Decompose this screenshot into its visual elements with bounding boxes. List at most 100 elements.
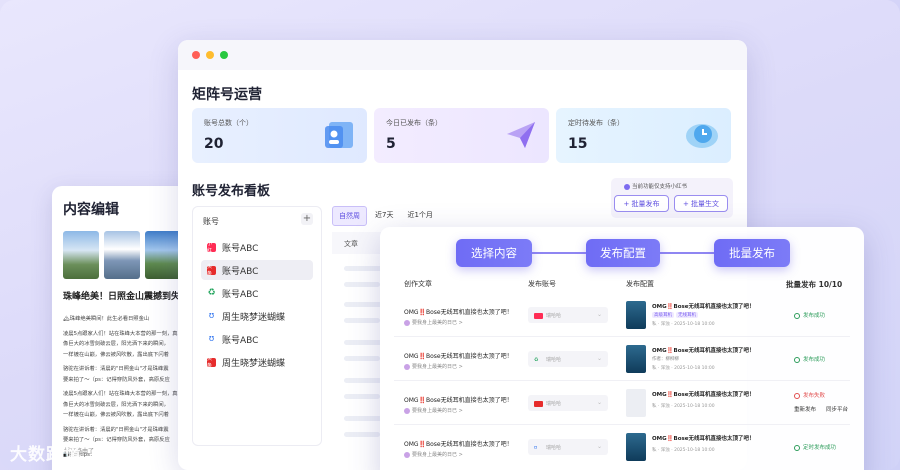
- config-title: OMG‼️Bose无线耳机直接也太顶了吧！: [652, 304, 755, 310]
- batch-generate-button[interactable]: + 批量生文: [674, 195, 728, 212]
- error-circle-icon: [794, 392, 800, 399]
- stat-card-accounts: 账号总数（个） 20: [192, 108, 367, 163]
- account-item[interactable]: 头条 周生晓梦迷蝴蝶: [201, 352, 313, 372]
- batch-publish-card: 选择内容 发布配置 批量发布 创作文章 发布账号 发布配置 批量发布 10/10…: [380, 227, 864, 470]
- avatar: [404, 319, 410, 326]
- tab-last-7-days[interactable]: 近7天: [369, 206, 399, 226]
- watermark-logo: 大数跨境: [10, 445, 82, 465]
- account-name: 账号ABC: [222, 243, 259, 254]
- column-header-status: 批量发布 10/10: [786, 280, 843, 289]
- cover-thumbnail[interactable]: [626, 433, 646, 461]
- republish-link[interactable]: 重新发布: [794, 405, 816, 413]
- flow-connector: [660, 252, 714, 254]
- close-dot-icon[interactable]: [192, 51, 200, 59]
- add-account-button[interactable]: +: [301, 213, 313, 225]
- account-name: 周生晓梦迷蝴蝶: [222, 358, 286, 369]
- sync-platform-link[interactable]: 同步平台: [826, 405, 848, 413]
- article-title: OMG‼️Bose无线耳机直接也太顶了吧！: [404, 353, 513, 360]
- board-title: 账号发布看板: [192, 184, 271, 199]
- config-tags: 高级耳机 无线耳机: [652, 312, 698, 318]
- mountain-photo[interactable]: [63, 231, 99, 279]
- platform-icon: ʊ: [208, 311, 215, 321]
- article-subtitle: 要我身上最美的日已 >: [404, 451, 463, 458]
- config-title: OMG‼️Bose无线耳机直接也太顶了吧！: [652, 436, 755, 442]
- mountain-photo[interactable]: [104, 231, 140, 279]
- avatar: [404, 451, 410, 458]
- step-publish-config[interactable]: 发布配置: [586, 239, 660, 267]
- toutiao-icon: [534, 400, 543, 407]
- article-subtitle: 要我身上最美的日已 >: [404, 363, 463, 370]
- account-item[interactable]: 小红 账号ABC: [201, 237, 313, 257]
- skeleton-line: [344, 282, 380, 287]
- cover-thumbnail[interactable]: [626, 301, 646, 329]
- stat-card-scheduled: 定时待发布（条） 15: [556, 108, 731, 163]
- chevron-down-icon: ⌄: [596, 355, 602, 362]
- account-select[interactable]: ʊ 瑞哈哈 ⌄: [528, 439, 608, 455]
- account-item[interactable]: 头条 账号ABC: [201, 260, 313, 280]
- wechat-channel-icon: ♻: [207, 288, 216, 298]
- platform-icon: ʊ: [208, 334, 215, 344]
- skeleton-line: [344, 432, 380, 437]
- chevron-down-icon: ⌄: [596, 399, 602, 406]
- config-title: OMG‼️Bose无线耳机直接也太顶了吧！: [652, 392, 755, 398]
- column-header-config: 发布配置: [626, 280, 654, 288]
- maximize-dot-icon[interactable]: [220, 51, 228, 59]
- config-meta: 私 · 浑浊 · 2025-10-18 10:00: [652, 404, 715, 409]
- check-circle-icon: [794, 444, 800, 451]
- column-header-article: 创作文章: [404, 280, 432, 288]
- skeleton-line: [344, 356, 380, 361]
- account-list-header: 账号: [203, 217, 219, 226]
- account-name: 账号ABC: [222, 289, 259, 300]
- account-select[interactable]: 瑞哈哈 ⌄: [528, 307, 608, 323]
- chevron-down-icon: ⌄: [596, 443, 602, 450]
- publish-row[interactable]: OMG‼️Bose无线耳机直接也太顶了吧！ 要我身上最美的日已 > 瑞哈哈 ⌄ O…: [394, 295, 850, 337]
- config-title: OMG‼️Bose无线耳机直接也太顶了吧！: [652, 348, 755, 354]
- article-subtitle: 要我身上最美的日已 >: [404, 319, 463, 326]
- paper-plane-icon: [507, 122, 535, 148]
- id-card-icon: [325, 122, 353, 148]
- step-select-content[interactable]: 选择内容: [456, 239, 532, 267]
- info-icon: [624, 183, 630, 190]
- tab-last-month[interactable]: 近1个月: [401, 206, 438, 226]
- account-name: 账号ABC: [222, 266, 259, 277]
- article-title: OMG‼️Bose无线耳机直接也太顶了吧！: [404, 397, 513, 404]
- check-circle-icon: [794, 312, 800, 319]
- config-author: 作者：柳柳柳: [652, 357, 679, 362]
- page-title: 矩阵号运营: [192, 87, 262, 103]
- config-meta: 私 · 浑浊 · 2025-10-18 10:00: [652, 322, 715, 327]
- config-meta: 私 · 浑浊 · 2025-10-18 10:00: [652, 366, 715, 371]
- step-batch-publish[interactable]: 批量发布: [714, 239, 790, 267]
- article-subtitle: 要我身上最美的日已 >: [404, 407, 463, 414]
- xiaohongshu-icon: 小红: [207, 241, 216, 254]
- account-name: 周生晓梦迷蝴蝶: [222, 312, 286, 323]
- account-item[interactable]: ʊ 周生晓梦迷蝴蝶: [201, 306, 313, 326]
- skeleton-line: [344, 318, 380, 323]
- status-badge: 发布成功: [794, 355, 825, 363]
- window-titlebar: [178, 40, 747, 70]
- publish-row[interactable]: OMG‼️Bose无线耳机直接也太顶了吧！ 要我身上最美的日已 > ʊ 瑞哈哈 ⌄ …: [394, 427, 850, 469]
- platform-icon: ʊ: [534, 444, 538, 451]
- skeleton-line: [344, 394, 380, 399]
- account-select[interactable]: ♻ 瑞哈哈 ⌄: [528, 351, 608, 367]
- toutiao-icon: 头条: [207, 264, 216, 277]
- chevron-down-icon: ⌄: [596, 311, 602, 318]
- account-item[interactable]: ʊ 账号ABC: [201, 329, 313, 349]
- config-meta: 私 · 浑浊 · 2025-10-18 10:00: [652, 448, 715, 453]
- minimize-dot-icon[interactable]: [206, 51, 214, 59]
- cover-thumbnail[interactable]: [626, 389, 646, 417]
- stat-card-published-today: 今日已发布（条） 5: [374, 108, 549, 163]
- avatar: [404, 363, 410, 370]
- tab-natural-week[interactable]: 自然周: [332, 206, 367, 226]
- status-badge: 发布成功: [794, 311, 825, 319]
- background-frame: 内容编辑 珠峰绝美！日照金山震撼到失语 🏔珠峰绝美瞬间！此生必看日照金山 凌晨5…: [0, 0, 900, 470]
- account-select[interactable]: 瑞哈哈 ⌄: [528, 395, 608, 411]
- cover-thumbnail[interactable]: [626, 345, 646, 373]
- account-item[interactable]: ♻ 账号ABC: [201, 283, 313, 303]
- article-title: OMG‼️Bose无线耳机直接也太顶了吧！: [404, 309, 513, 316]
- publish-row[interactable]: OMG‼️Bose无线耳机直接也太顶了吧！ 要我身上最美的日已 > ♻ 瑞哈哈 ⌄ …: [394, 339, 850, 381]
- batch-publish-button[interactable]: + 批量发布: [614, 195, 669, 212]
- wechat-channel-icon: ♻: [534, 356, 539, 363]
- mountain-photo[interactable]: [145, 231, 181, 279]
- status-badge: 发布失败: [794, 391, 825, 399]
- publish-row[interactable]: OMG‼️Bose无线耳机直接也太顶了吧！ 要我身上最美的日已 > 瑞哈哈 ⌄ O…: [394, 383, 850, 425]
